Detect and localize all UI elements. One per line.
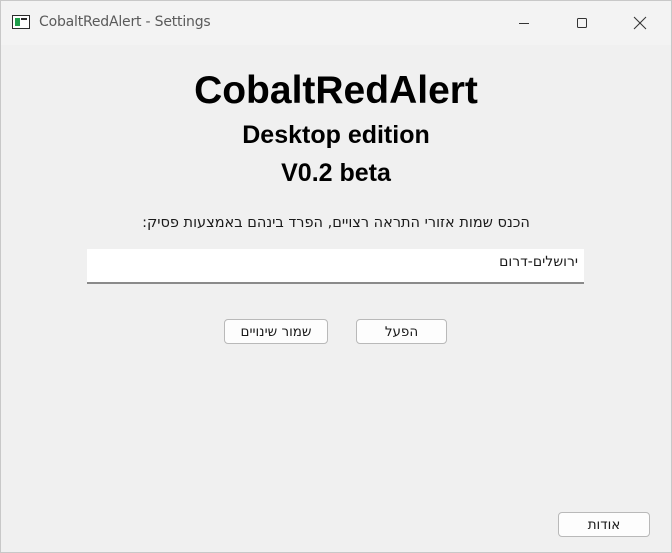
activate-button[interactable]: הפעל xyxy=(356,319,447,344)
settings-window: CobaltRedAlert - Settings CobaltRedAlert… xyxy=(0,0,672,553)
areas-instruction-label: הכנס שמות אזורי התראה רצויים, הפרד בינהם… xyxy=(142,215,530,231)
save-changes-button[interactable]: שמור שינויים xyxy=(224,319,328,344)
alert-areas-input[interactable] xyxy=(87,249,584,284)
version-heading: V0.2 beta xyxy=(281,159,391,187)
title-bar[interactable]: CobaltRedAlert - Settings xyxy=(1,1,671,45)
window-title: CobaltRedAlert - Settings xyxy=(39,14,211,30)
app-icon xyxy=(12,15,30,29)
minimize-icon xyxy=(519,23,529,24)
maximize-icon xyxy=(577,18,587,28)
about-button[interactable]: אודות xyxy=(558,512,650,537)
app-name-heading: CobaltRedAlert xyxy=(194,69,478,112)
close-button[interactable] xyxy=(611,1,669,45)
edition-heading: Desktop edition xyxy=(242,121,430,149)
maximize-button[interactable] xyxy=(553,1,611,45)
minimize-button[interactable] xyxy=(495,1,553,45)
close-icon xyxy=(633,16,647,30)
